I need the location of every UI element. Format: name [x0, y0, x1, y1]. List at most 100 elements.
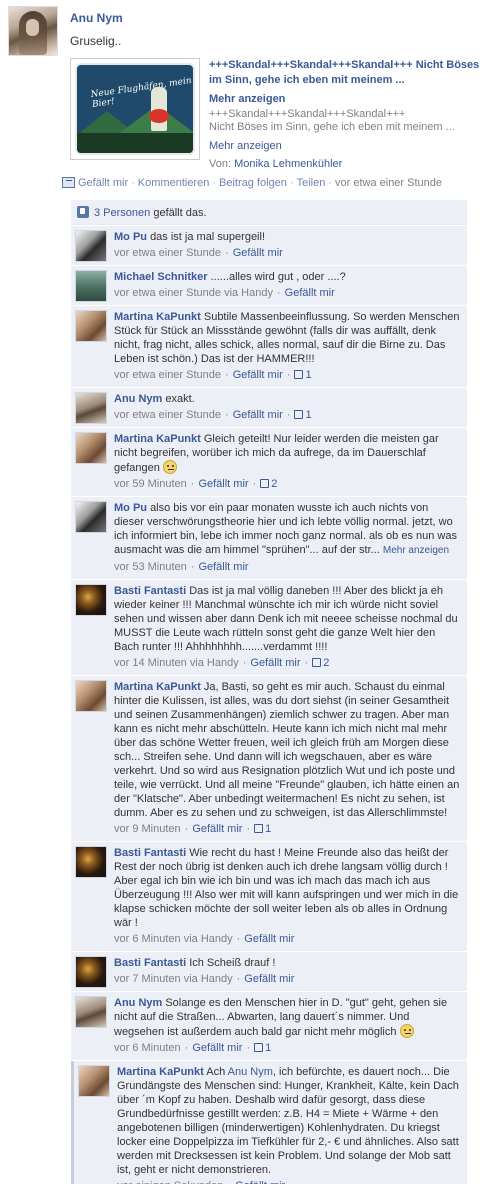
commenter-name-link[interactable]: Basti Fantasti: [114, 847, 186, 859]
attachment-more-link[interactable]: Mehr anzeigen: [209, 93, 494, 105]
comment-timestamp[interactable]: vor etwa einer Stunde: [114, 369, 221, 381]
like-count-value: 2: [271, 478, 278, 490]
post-author-link[interactable]: Anu Nym: [70, 11, 490, 26]
post-timestamp[interactable]: vor etwa einer Stunde: [335, 177, 442, 189]
like-count-icon: [254, 1043, 264, 1052]
comment-like-button[interactable]: Gefällt mir: [244, 973, 294, 985]
commenter-avatar[interactable]: [75, 846, 107, 878]
commenter-avatar[interactable]: [78, 1065, 110, 1097]
commenter-name-link[interactable]: Martina KaPunkt: [117, 1066, 204, 1078]
comment-like-button[interactable]: Gefällt mir: [233, 409, 283, 421]
comment-meta: vor etwa einer Stunde · Gefällt mir · 1: [114, 408, 461, 422]
via-name-link[interactable]: Monika Lehmenkühler: [234, 158, 342, 170]
commenter-avatar[interactable]: [75, 680, 107, 712]
comment-timestamp[interactable]: vor 6 Minuten: [114, 1042, 181, 1054]
commenter-avatar[interactable]: [75, 584, 107, 616]
separator: ·: [225, 247, 229, 259]
commenter-avatar[interactable]: [75, 310, 107, 342]
attachment-thumbnail[interactable]: Neue Flughäfen, mein Bier!: [70, 58, 200, 160]
commenter-name-link[interactable]: Michael Schnitker: [114, 271, 208, 283]
comment-timestamp[interactable]: vor 53 Minuten: [114, 561, 187, 573]
shared-attachment: Neue Flughäfen, mein Bier! +++Skandal+++…: [70, 58, 490, 170]
show-more-link[interactable]: Mehr anzeigen: [383, 545, 449, 556]
commenter-name-link[interactable]: Basti Fantasti: [114, 957, 186, 969]
comment-like-count[interactable]: 2: [312, 657, 329, 669]
comment-text: Solange es den Menschen hier in D. "gut"…: [114, 997, 448, 1038]
comment-like-button[interactable]: Gefällt mir: [285, 287, 335, 299]
comment-like-count[interactable]: 1: [254, 823, 271, 835]
like-count-icon: [294, 410, 304, 419]
comment-like-button[interactable]: Gefällt mir: [192, 1042, 242, 1054]
smiley-emoticon-icon: [399, 1024, 414, 1038]
mention-link[interactable]: Anu Nym: [228, 1066, 273, 1078]
comment-timestamp[interactable]: vor 59 Minuten: [114, 478, 187, 490]
comment-text: Ich Scheiß drauf !: [189, 957, 276, 969]
comment-like-button[interactable]: Gefällt mir: [235, 1180, 285, 1184]
comment-like-button[interactable]: Gefällt mir: [192, 823, 242, 835]
likers-link[interactable]: 3 Personen: [94, 207, 150, 219]
comment-timestamp[interactable]: vor etwa einer Stunde: [114, 247, 221, 259]
comment-like-button[interactable]: Gefällt mir: [244, 933, 294, 945]
commenter-name-link[interactable]: Martina KaPunkt: [114, 433, 201, 445]
author-avatar[interactable]: [8, 6, 58, 56]
attachment-more-link-2[interactable]: Mehr anzeigen: [209, 140, 494, 152]
attachment-description: +++Skandal+++Skandal+++Skandal+++ Nicht …: [209, 108, 494, 134]
commenter-name-link[interactable]: Anu Nym: [114, 393, 162, 405]
like-count-value: 1: [265, 823, 272, 835]
comment-like-count[interactable]: 2: [260, 478, 277, 490]
like-post-button[interactable]: Gefällt mir: [78, 177, 128, 189]
separator: ·: [252, 478, 257, 490]
comment-item: Mo Pu das ist ja mal supergeil! vor etwa …: [71, 226, 467, 266]
follow-post-button[interactable]: Beitrag folgen: [219, 177, 287, 189]
comment-like-count[interactable]: 1: [294, 409, 312, 421]
comment-meta: vor 14 Minuten via Handy · Gefällt mir · 2: [114, 656, 461, 670]
comment-timestamp[interactable]: vor etwa einer Stunde via Handy: [114, 287, 273, 299]
comment-timestamp[interactable]: vor etwa einer Stunde: [114, 409, 221, 421]
comment-text: exakt.: [165, 393, 195, 405]
attachment-title-link[interactable]: +++Skandal+++Skandal+++Skandal+++ Nicht …: [209, 58, 494, 88]
comment-button[interactable]: Kommentieren: [138, 177, 210, 189]
commenter-name-link[interactable]: Basti Fantasti: [114, 585, 186, 597]
comment-body: Martina KaPunkt Ja, Basti, so geht es mi…: [114, 680, 461, 820]
commenter-avatar[interactable]: [75, 996, 107, 1028]
comment-timestamp[interactable]: vor einigen Sekunden: [117, 1180, 223, 1184]
comment-item: Martina KaPunkt Ach Anu Nym, ich befürch…: [71, 1061, 467, 1184]
commenter-avatar[interactable]: [75, 270, 107, 302]
separator: ·: [286, 369, 291, 381]
comment-timestamp[interactable]: vor 6 Minuten via Handy: [114, 933, 233, 945]
commenter-name-link[interactable]: Mo Pu: [114, 502, 147, 514]
comment-timestamp[interactable]: vor 9 Minuten: [114, 823, 181, 835]
via-prefix: Von:: [209, 158, 232, 170]
commenter-name-link[interactable]: Martina KaPunkt: [114, 681, 201, 693]
share-button[interactable]: Teilen: [297, 177, 326, 189]
separator: ·: [242, 657, 247, 669]
post-message: Gruselig..: [70, 34, 122, 48]
commenter-avatar[interactable]: [75, 956, 107, 988]
comment-like-count[interactable]: 1: [254, 1042, 271, 1054]
comment-like-button[interactable]: Gefällt mir: [250, 657, 300, 669]
comment-timestamp[interactable]: vor 7 Minuten via Handy: [114, 973, 233, 985]
commenter-avatar[interactable]: [75, 230, 107, 262]
comment-like-button[interactable]: Gefällt mir: [198, 561, 248, 573]
comment-body: Anu Nym exakt.: [114, 392, 461, 406]
comment-text-prefix: Ach: [206, 1066, 226, 1078]
separator: ·: [276, 287, 281, 299]
comment-text: , ich befürchte, es dauert noch... Die G…: [117, 1066, 459, 1176]
separator: ·: [236, 933, 241, 945]
separator: ·: [212, 177, 217, 189]
comment-like-button[interactable]: Gefällt mir: [233, 247, 283, 259]
comment-like-button[interactable]: Gefällt mir: [233, 369, 283, 381]
commenter-name-link[interactable]: Anu Nym: [114, 997, 162, 1009]
comment-meta: vor 7 Minuten via Handy · Gefällt mir: [114, 972, 461, 986]
commenter-avatar[interactable]: [75, 392, 107, 424]
comment-like-count[interactable]: 1: [294, 369, 312, 381]
commenter-avatar[interactable]: [75, 432, 107, 464]
comment-body: Martina KaPunkt Subtile Massenbeeinfluss…: [114, 310, 461, 366]
separator: ·: [190, 561, 195, 573]
comment-timestamp[interactable]: vor 14 Minuten via Handy: [114, 657, 239, 669]
commenter-name-link[interactable]: Mo Pu: [114, 231, 147, 243]
comment-like-button[interactable]: Gefällt mir: [198, 478, 248, 490]
commenter-name-link[interactable]: Martina KaPunkt: [114, 311, 201, 323]
commenter-avatar[interactable]: [75, 501, 107, 533]
like-count-value: 1: [265, 1042, 272, 1054]
